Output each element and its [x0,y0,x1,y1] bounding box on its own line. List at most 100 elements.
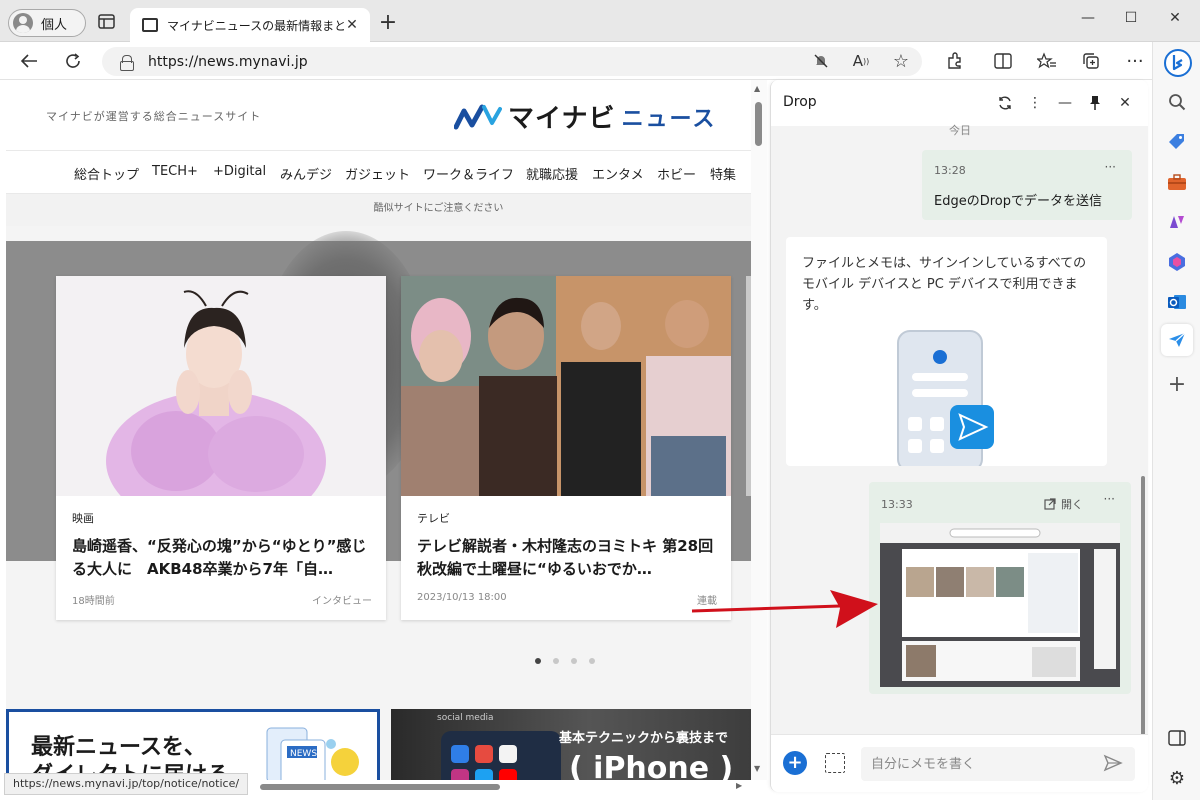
maximize-icon[interactable]: ☐ [1116,6,1146,30]
profile-avatar-icon [13,13,33,33]
profile-button[interactable]: 個人 [8,9,86,37]
page-scrollbar[interactable]: ▲ ▼ [751,80,767,780]
scroll-right-icon[interactable]: ▶ [736,781,742,790]
note-input[interactable] [861,747,1135,781]
screen-capture-icon[interactable] [825,753,845,773]
add-file-button[interactable]: + [783,751,807,775]
drop-composer: + [771,734,1148,792]
nav-item-entame[interactable]: エンタメ [592,164,644,183]
pin-icon[interactable] [1086,94,1104,112]
shopping-tag-icon[interactable] [1165,130,1189,154]
article-title[interactable]: テレビ解説者・木村隆志のヨミトキ 第28回 秋改編で土曜昼に“ゆるいおでか… [417,535,719,581]
drop-title: Drop [783,94,817,110]
news-illustration-icon: NEWS [266,727,359,780]
close-window-icon[interactable]: ✕ [1160,6,1190,30]
microsoft365-icon[interactable] [1165,250,1189,274]
open-label: 開く [1061,498,1083,511]
more-menu-icon[interactable]: ··· [1124,50,1146,72]
bing-copilot-icon[interactable] [1163,48,1193,78]
browser-tab[interactable]: マイナビニュースの最新情報まとめ - エ ✕ [130,8,370,42]
new-tab-button[interactable]: + [376,12,400,36]
iphone-tips-banner[interactable]: social media 基本テクニックから裏技まで ( iPhone ) [391,709,751,780]
collections-icon[interactable] [1080,50,1102,72]
refresh-icon[interactable] [62,50,84,72]
carousel-dot[interactable] [553,658,559,664]
tab-title: マイナビニュースの最新情報まとめ - エ [167,18,344,33]
drop-message[interactable]: 13:33 開く ··· [869,482,1131,694]
article-category: テレビ [417,512,450,525]
article-title[interactable]: 島崎遥香、“反発心の塊”から“ゆとり”感じる大人に AKB48卒業から7年「自… [72,535,374,581]
message-more-icon[interactable]: ··· [1105,160,1116,174]
favorite-star-icon[interactable]: ☆ [890,50,912,72]
banner-title-line: 最新ニュースを、 [31,735,206,760]
title-bar: 個人 マイナビニュースの最新情報まとめ - エ ✕ + — ☐ ✕ [0,0,1200,42]
screenshot-thumbnail[interactable] [880,523,1120,687]
tab-actions-icon[interactable] [96,13,118,31]
logo-main-text: マイナビ [508,104,616,134]
nav-item-digital[interactable]: +Digital [213,164,266,179]
logo-sub-text: ニュース [621,106,717,132]
site-header: マイナビが運営する総合ニュースサイト マイナビ ニュース [6,80,751,150]
open-button[interactable]: 開く [1044,496,1083,512]
back-arrow-icon[interactable] [18,50,40,72]
horizontal-scrollbar-thumb[interactable] [260,784,500,790]
nav-item-feature[interactable]: 特集 [710,164,736,183]
date-divider: 今日 [949,124,971,137]
read-aloud-icon[interactable]: A)) [850,50,872,72]
minimize-icon[interactable]: — [1073,6,1103,30]
nav-item-gadget[interactable]: ガジェット [345,164,410,183]
article-image[interactable] [401,276,731,496]
drop-header: Drop ⋮ — ✕ [771,80,1148,126]
add-sidebar-app-icon[interactable]: + [1165,372,1189,397]
social-media-label: social media [437,713,494,723]
favorites-list-icon[interactable] [1036,50,1058,72]
site-tagline: マイナビが運営する総合ニュースサイト [46,110,262,123]
web-page: マイナビが運営する総合ニュースサイト マイナビ ニュース 総合トップ TECH+… [6,80,751,780]
red-arrow-annotation-icon [691,590,878,628]
scroll-up-icon[interactable]: ▲ [754,84,760,93]
nav-item-hobby[interactable]: ホビー [657,164,696,183]
carousel-dot[interactable] [571,658,577,664]
notice-bar[interactable]: 酷似サイトにご注意ください [6,194,751,226]
outlook-icon[interactable] [1165,290,1189,314]
browser-toolbar: https://news.mynavi.jp A)) ☆ ··· [0,42,1152,80]
drop-scrollbar-thumb[interactable] [1141,476,1145,776]
tab-close-icon[interactable]: ✕ [344,17,360,33]
extensions-icon[interactable] [944,50,966,72]
article-time: 18時間前 [72,596,115,607]
message-more-icon[interactable]: ··· [1104,492,1115,506]
scroll-down-icon[interactable]: ▼ [754,764,760,773]
drop-info-card: ファイルとメモは、サインインしているすべてのモバイル デバイスと PC デバイス… [786,237,1107,466]
scrollbar-thumb[interactable] [755,102,762,146]
hide-sidebar-icon[interactable] [1165,726,1189,750]
drop-message[interactable]: 13:28 ··· EdgeのDropでデータを送信 [922,150,1132,220]
close-pane-icon[interactable]: ✕ [1116,94,1134,112]
lock-icon[interactable] [120,54,134,71]
split-screen-icon[interactable] [992,50,1014,72]
news-badge-text: NEWS [290,749,317,759]
site-logo[interactable]: マイナビ ニュース [454,98,716,135]
search-icon[interactable] [1165,90,1189,114]
article-card[interactable]: 映画 島崎遥香、“反発心の塊”から“ゆとり”感じる大人に AKB48卒業から7年… [56,276,386,620]
nav-item-tech[interactable]: TECH+ [152,164,198,179]
article-image[interactable] [56,276,386,496]
drop-icon[interactable] [1161,324,1193,356]
carousel-dot[interactable] [589,658,595,664]
notifications-off-icon[interactable] [810,50,832,72]
sidebar-settings-gear-icon[interactable]: ⚙ [1165,766,1189,790]
carousel-dots [535,658,595,664]
nav-item-work-life[interactable]: ワーク＆ライフ [423,164,514,183]
nav-item-career[interactable]: 就職応援 [526,164,578,183]
article-card[interactable]: テレビ テレビ解説者・木村隆志のヨミトキ 第28回 秋改編で土曜昼に“ゆるいおで… [401,276,731,620]
minimize-pane-icon[interactable]: — [1056,94,1074,112]
address-bar[interactable]: https://news.mynavi.jp [102,47,922,76]
carousel-dot[interactable] [535,658,541,664]
news-direct-banner[interactable]: 最新ニュースを、 ダイレクトに届ける NEWS [6,709,380,780]
send-icon[interactable] [1103,753,1123,773]
games-icon[interactable] [1165,210,1189,234]
sync-icon[interactable] [996,94,1014,112]
more-options-icon[interactable]: ⋮ [1026,94,1044,112]
nav-item-mindeji[interactable]: みんデジ [280,164,332,183]
nav-item-top[interactable]: 総合トップ [74,164,140,197]
tools-briefcase-icon[interactable] [1165,170,1189,194]
